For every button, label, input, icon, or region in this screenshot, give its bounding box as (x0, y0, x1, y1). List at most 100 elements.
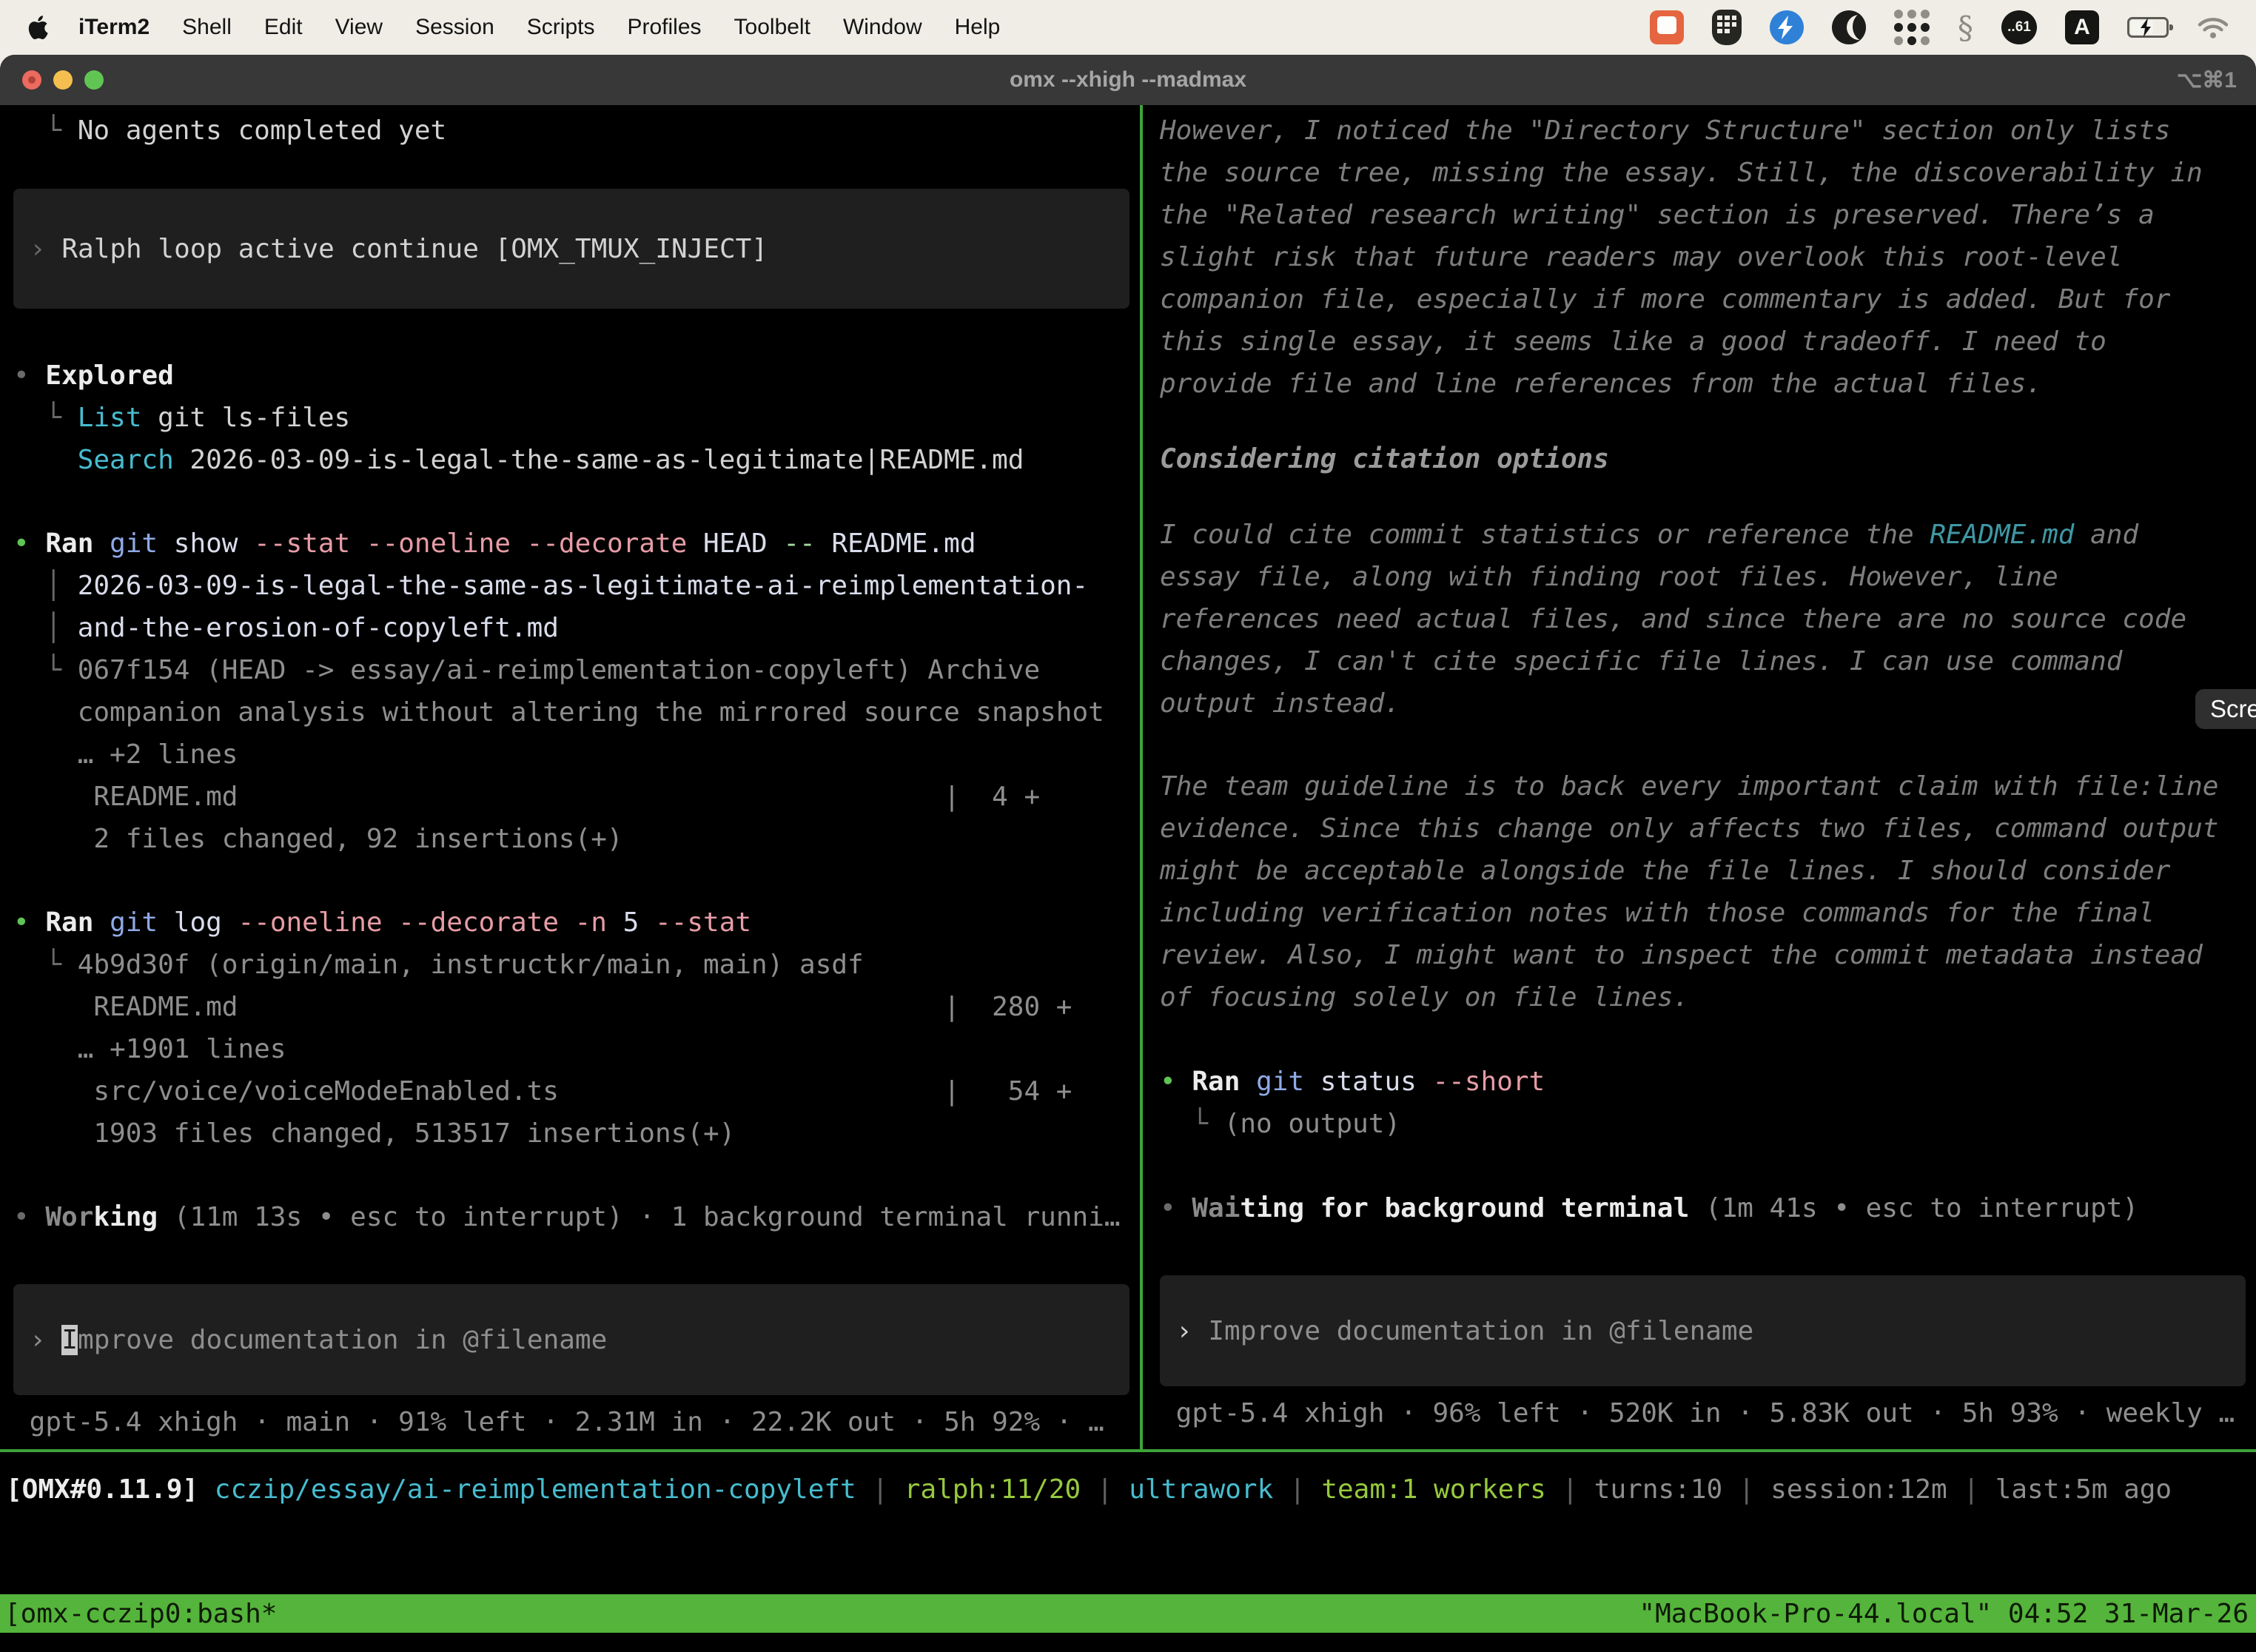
text-token (93, 907, 110, 938)
terminal-line: … +1901 lines (13, 1028, 1140, 1070)
text-token: 2 files changed, 92 insertions(+) (13, 824, 623, 854)
dots-grid-icon[interactable] (1894, 10, 1930, 45)
zoom-window-button[interactable] (84, 70, 104, 90)
text-token: └ (13, 950, 78, 980)
tmux-status-bar: [omx-cczip0:bash* "MacBook-Pro-44.local"… (0, 1594, 2256, 1633)
text-token: • (1160, 1067, 1192, 1097)
macos-menubar: iTerm2 Shell Edit View Session Scripts P… (0, 0, 2256, 55)
apple-logo-icon[interactable] (27, 14, 49, 41)
menubar-status-icons: § ..61 A (1650, 10, 2229, 46)
menu-item-iterm2[interactable]: iTerm2 (78, 15, 150, 40)
text-token: └ (13, 403, 78, 433)
text-token: gpt-5.4 xhigh · 96% left · 520K in · 5.8… (1160, 1398, 2235, 1428)
text-token: … +1901 lines (13, 1034, 286, 1064)
terminal-line: README.md | 280 + (13, 986, 1140, 1028)
percent-badge-icon[interactable]: ..61 (2001, 10, 2037, 44)
text-token: Ran (1192, 1067, 1240, 1097)
terminal-line: README.md | 4 + (13, 776, 1140, 818)
menu-item-session[interactable]: Session (415, 15, 494, 40)
text-token: --short (1433, 1067, 1545, 1097)
text-token: 2026-03-09-is-legal-the-same-as-legitima… (174, 445, 1024, 475)
text-token: src/voice/voiceModeEnabled.ts | 54 + (13, 1076, 1072, 1107)
text-token: turns:10 (1594, 1474, 1722, 1505)
text-token: … +2 lines (13, 739, 238, 770)
prompt-input-box[interactable]: › Improve documentation in @filename (1160, 1275, 2246, 1386)
screen: iTerm2 Shell Edit View Session Scripts P… (0, 0, 2256, 1652)
omx-status-line: [OMX#0.11.9] cczip/essay/ai-reimplementa… (6, 1468, 2256, 1511)
text-token: I could cite commit statistics or refere… (1160, 520, 1930, 550)
text-token: └ (1160, 1109, 1224, 1139)
menu-item-toolbelt[interactable]: Toolbelt (734, 15, 810, 40)
shield-grid-icon[interactable] (1712, 10, 1742, 45)
text-token: README.md | 4 + (13, 782, 1040, 812)
text-token: mprove documentation in @filename (78, 1325, 607, 1355)
text-token (93, 528, 110, 559)
lightning-badge-icon[interactable] (1770, 10, 1804, 44)
text-token: README.md (1930, 520, 2074, 550)
text-token: | (1273, 1474, 1321, 1505)
text-token: team:1 workers (1321, 1474, 1545, 1505)
text-token: -- (783, 528, 815, 559)
menu-item-scripts[interactable]: Scripts (527, 15, 595, 40)
terminal-line: • Ran git show --stat --oneline --decora… (13, 523, 1140, 565)
terminal-line: • Ran git status --short (1160, 1061, 2256, 1103)
text-token: [OMX#0.11.9] (6, 1474, 198, 1505)
text-token: session:12m (1770, 1474, 1947, 1505)
prompt-input-box[interactable]: › Ralph loop active continue [OMX_TMUX_I… (13, 189, 1129, 309)
prompt-input-line[interactable]: › Ralph loop active continue [OMX_TMUX_I… (30, 228, 768, 270)
squiggle-icon[interactable]: § (1958, 10, 1973, 46)
text-token: (11m 13s • esc to interrupt) · 1 backgro… (158, 1202, 1120, 1232)
menu-item-shell[interactable]: Shell (182, 15, 232, 40)
terminal-line: • Working (11m 13s • esc to interrupt) ·… (13, 1196, 1140, 1238)
menu-item-help[interactable]: Help (955, 15, 1001, 40)
prompt-input-box[interactable]: › Improve documentation in @filename (13, 1284, 1129, 1395)
menu-item-edit[interactable]: Edit (264, 15, 303, 40)
text-token: git (110, 528, 158, 559)
menu-item-window[interactable]: Window (843, 15, 922, 40)
text-token: Search (78, 445, 174, 475)
text-token: | (1081, 1474, 1129, 1505)
menu-item-view[interactable]: View (335, 15, 383, 40)
text-token: • (13, 1202, 45, 1232)
text-token: 2026-03-09-is-legal-the-same-as-legitima… (78, 571, 1088, 601)
terminal-line: └ 067f154 (HEAD -> essay/ai-reimplementa… (13, 649, 1140, 691)
text-token: │ (13, 613, 78, 643)
text-token: Wor (45, 1202, 93, 1232)
text-token: 4b9d30f (origin/main, instructkr/main, m… (78, 950, 864, 980)
text-token: --stat --oneline --decorate (254, 528, 687, 559)
wifi-icon[interactable] (2197, 16, 2229, 39)
tmux-pane-left[interactable]: └ No agents completed yet › Ralph loop ac… (0, 105, 1140, 1451)
terminal-line: Considering citation options (1160, 438, 2256, 480)
close-window-button[interactable] (22, 70, 41, 90)
text-token: However, I noticed the "Directory Struct… (1160, 115, 2203, 399)
text-token: (no output) (1224, 1109, 1400, 1139)
text-token: • (1160, 1193, 1192, 1223)
text-token: Ran (45, 907, 93, 938)
crescent-icon[interactable] (1832, 10, 1866, 44)
text-token: Considering citation options (1160, 444, 1609, 474)
a-square-icon[interactable]: A (2065, 10, 2099, 44)
terminal-line: gpt-5.4 xhigh · 96% left · 520K in · 5.8… (1160, 1392, 2256, 1434)
text-token: | (856, 1474, 904, 1505)
text-token: status (1304, 1067, 1432, 1097)
terminal-line: The team guideline is to back every impo… (1160, 765, 2256, 1018)
text-token: --oneline --decorate -n (238, 907, 607, 938)
text-token: Ran (45, 528, 93, 559)
terminal-line: src/voice/voiceModeEnabled.ts | 54 + (13, 1070, 1140, 1112)
menu-item-profiles[interactable]: Profiles (627, 15, 701, 40)
terminal-line: companion analysis without altering the … (13, 691, 1140, 733)
tmux-pane-right[interactable]: However, I noticed the "Directory Struct… (1147, 105, 2256, 1451)
window-title: omx --xhigh --madmax (1010, 67, 1246, 93)
prompt-input-line[interactable]: › Improve documentation in @filename (30, 1319, 607, 1361)
minimize-window-button[interactable] (53, 70, 73, 90)
text-token: No agents completed yet (78, 115, 447, 146)
text-token: gpt-5.4 xhigh · main · 91% left · 2.31M … (13, 1407, 1104, 1437)
battery-icon[interactable] (2127, 17, 2169, 38)
tmux-pane-divider-vertical[interactable] (1140, 105, 1143, 1451)
text-token: git (110, 907, 158, 938)
tmux-pane-divider-horizontal[interactable] (0, 1449, 2256, 1452)
prompt-input-line[interactable]: › Improve documentation in @filename (1176, 1310, 1753, 1352)
screen-overlay-button[interactable]: Scre (2195, 689, 2256, 729)
chat-bubble-icon[interactable] (1650, 10, 1684, 44)
terminal-line: • Ran git log --oneline --decorate -n 5 … (13, 901, 1140, 944)
